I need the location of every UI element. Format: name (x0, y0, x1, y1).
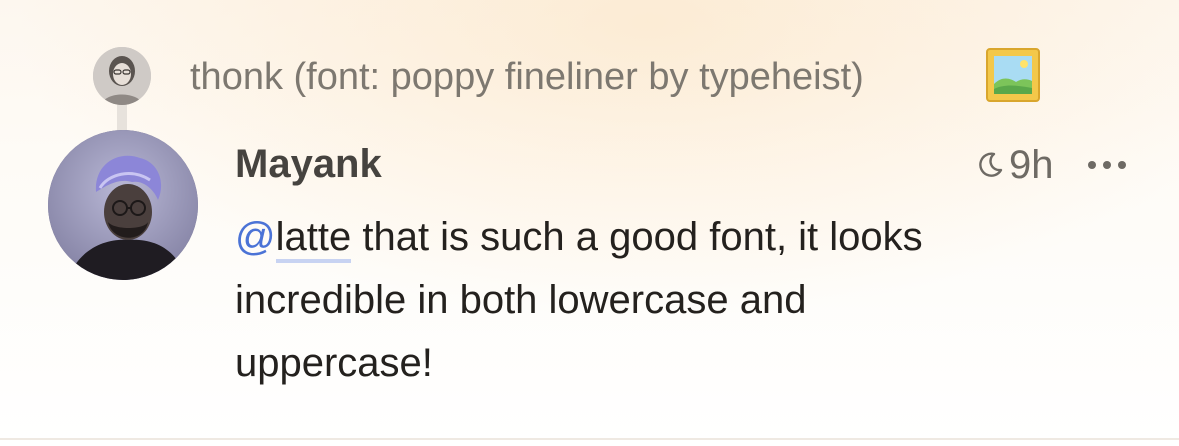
post-body: @latte that is such a good font, it look… (235, 206, 975, 395)
mention-link[interactable]: latte (275, 215, 352, 263)
author-avatar[interactable] (48, 130, 198, 280)
crescent-moon-icon (979, 152, 1003, 177)
reply-context-text[interactable]: thonk (font: poppy fineliner by typeheis… (190, 55, 864, 99)
time-text: 9h (1009, 143, 1054, 187)
thread-connector-line (117, 100, 127, 134)
post-timestamp[interactable]: 9h (975, 143, 1054, 187)
more-horizontal-icon[interactable] (1086, 158, 1128, 172)
mention-at-symbol: @ (235, 215, 276, 259)
framed-picture-icon (986, 48, 1040, 102)
divider (0, 438, 1179, 440)
author-name[interactable]: Mayank (235, 140, 382, 188)
context-avatar[interactable] (93, 47, 151, 105)
